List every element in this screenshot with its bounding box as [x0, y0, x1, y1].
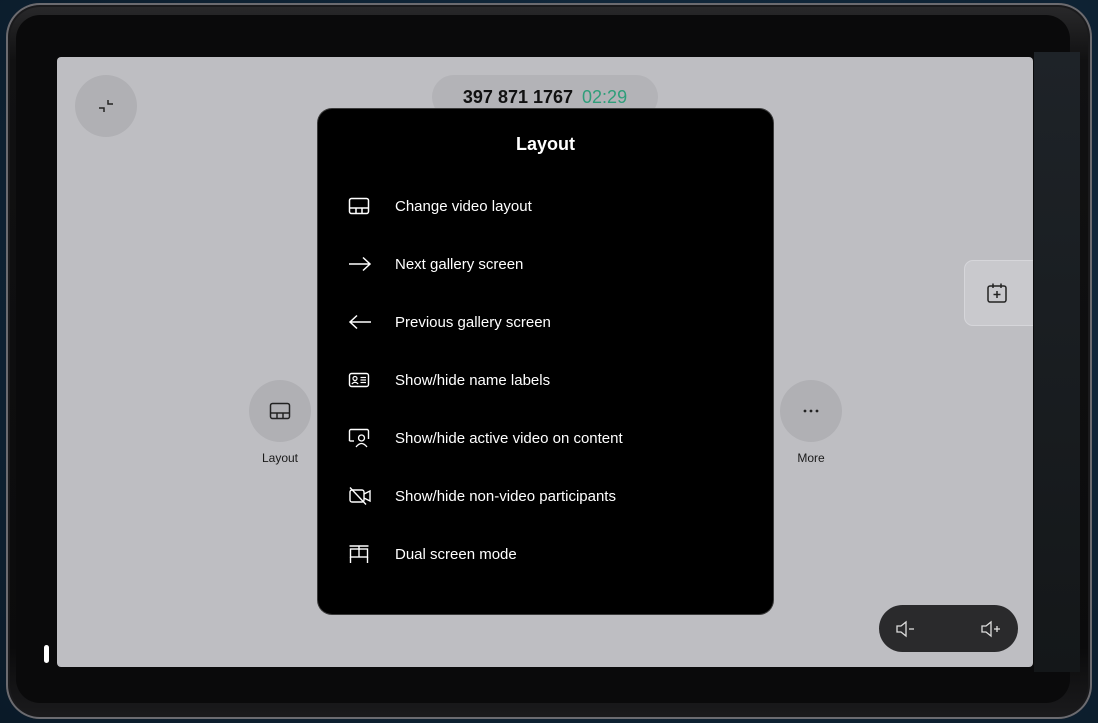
more-button[interactable]: [780, 380, 842, 442]
menu-item-non-video-participants[interactable]: Show/hide non-video participants: [348, 476, 748, 516]
more-icon: [803, 409, 819, 413]
menu-item-dual-screen[interactable]: Dual screen mode: [348, 534, 748, 574]
menu-item-active-video[interactable]: Show/hide active video on content: [348, 418, 748, 458]
minimize-button[interactable]: [75, 75, 137, 137]
menu-item-change-video-layout[interactable]: Change video layout: [348, 186, 748, 226]
arrow-right-icon: [349, 256, 372, 272]
menu-item-label: Change video layout: [395, 197, 532, 215]
layout-button[interactable]: [249, 380, 311, 442]
camera-off-icon: [349, 487, 371, 505]
calendar-add-icon: [987, 283, 1007, 303]
menu-item-next-gallery[interactable]: Next gallery screen: [348, 244, 748, 284]
menu-item-label: Previous gallery screen: [395, 313, 551, 331]
menu-item-previous-gallery[interactable]: Previous gallery screen: [348, 302, 748, 342]
call-number: 397 871 1767: [462, 87, 574, 107]
dialog-title: Layout: [515, 134, 575, 154]
layout-dialog: Layout Change video layout Next gallery …: [318, 109, 773, 614]
dual-screen-icon: [349, 545, 369, 563]
volume-control: [879, 605, 1018, 652]
more-button-label: More: [797, 451, 825, 465]
layout-icon: [269, 402, 291, 420]
home-indicator[interactable]: [44, 645, 49, 663]
active-video-icon: [348, 428, 370, 448]
menu-item-name-labels[interactable]: Show/hide name labels: [348, 360, 748, 400]
layout-button-label: Layout: [261, 451, 299, 465]
layout-icon: [348, 197, 370, 215]
minimize-icon: [99, 100, 113, 112]
screen-edge: [1034, 52, 1080, 672]
call-duration: 02:29: [582, 87, 628, 107]
name-label-icon: [348, 372, 370, 388]
arrow-left-icon: [348, 314, 371, 330]
add-meeting-button[interactable]: [965, 261, 1033, 325]
menu-item-label: Dual screen mode: [395, 545, 517, 563]
menu-item-label: Show/hide name labels: [395, 371, 551, 389]
menu-item-label: Show/hide non-video participants: [395, 487, 616, 505]
menu-item-label: Show/hide active video on content: [395, 429, 623, 447]
volume-down-icon[interactable]: [895, 619, 917, 639]
volume-up-icon[interactable]: [980, 619, 1002, 639]
menu-item-label: Next gallery screen: [395, 255, 524, 273]
